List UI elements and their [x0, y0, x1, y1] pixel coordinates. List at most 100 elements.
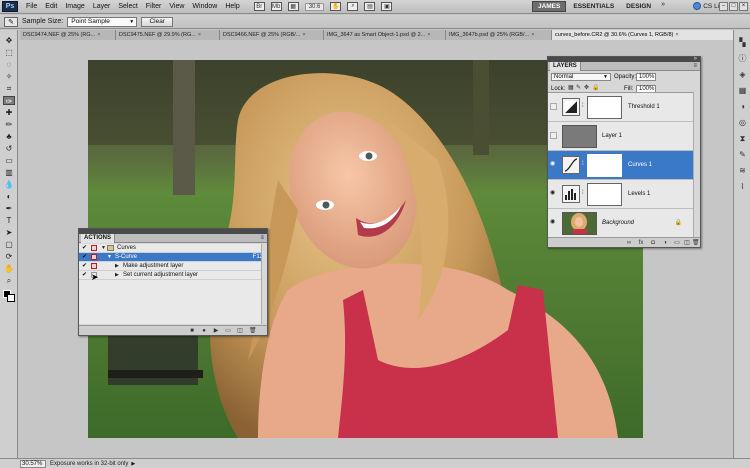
action-set-row[interactable]: ✔ ▼ Curves [79, 244, 267, 253]
dodge-tool-icon[interactable]: ◐ [3, 192, 15, 201]
new-action-icon[interactable]: ◫ [237, 328, 243, 334]
doc-tab[interactable]: DSC9475.NEF @ 29.9% (RG... × [116, 30, 220, 40]
link-icon[interactable]: ⁞ [582, 161, 585, 168]
visibility-toggle[interactable] [550, 103, 557, 110]
clear-button[interactable]: Clear [141, 16, 174, 27]
minimize-icon[interactable]: – [719, 2, 728, 11]
layers-tab[interactable]: LAYERS [550, 62, 581, 71]
lock-transparency-icon[interactable]: ▦ [568, 85, 574, 92]
menu-help[interactable]: Help [221, 3, 243, 10]
zoom-field[interactable]: 30.57% [20, 459, 46, 468]
screen-mode-icon[interactable]: ▣ [381, 2, 393, 11]
workspace-more-button[interactable]: » [658, 1, 668, 12]
scrollbar[interactable] [693, 92, 700, 237]
quick-select-tool-icon[interactable]: ✧ [3, 72, 15, 81]
swatches-icon[interactable]: ▦ [737, 86, 748, 96]
doc-tab[interactable]: IMG_3647b.psd @ 25% (RGB/... × [446, 30, 552, 40]
sample-size-select[interactable]: Point Sample ▼ [67, 16, 138, 27]
menu-view[interactable]: View [165, 3, 188, 10]
eye-icon[interactable]: ◉ [550, 219, 557, 226]
menu-layer[interactable]: Layer [89, 3, 115, 10]
gradient-tool-icon[interactable]: ▥ [3, 168, 15, 177]
menu-image[interactable]: Image [61, 3, 88, 10]
bridge-icon[interactable]: Br [253, 2, 265, 11]
trash-icon[interactable]: 🗑 [692, 240, 700, 246]
record-icon[interactable]: ● [201, 328, 207, 334]
close-icon[interactable]: × [675, 32, 678, 38]
paths-icon[interactable]: ⌇ [737, 182, 748, 192]
lasso-tool-icon[interactable]: ◌ [3, 60, 15, 69]
chevron-right-icon[interactable]: ▶ [115, 271, 119, 280]
workspace-james[interactable]: JAMES [531, 1, 567, 12]
close-icon[interactable]: × [739, 2, 748, 11]
tool-preset-picker-icon[interactable]: ✎ [4, 16, 18, 27]
chevron-right-icon[interactable]: ▶ [115, 262, 119, 271]
stop-icon[interactable]: ■ [189, 328, 195, 334]
chevron-right-icon[interactable]: ▶ [131, 461, 135, 467]
info-icon[interactable]: ⓘ [737, 54, 748, 64]
healing-brush-tool-icon[interactable]: ✚ [3, 108, 15, 117]
adjustment-layer-icon[interactable]: ◑ [662, 240, 668, 246]
new-layer-icon[interactable]: ◫ [684, 240, 690, 246]
checkmark-icon[interactable]: ✔ [82, 254, 88, 260]
new-group-icon[interactable]: ▭ [674, 240, 680, 246]
layer-row[interactable]: ◉ Background 🔒 [548, 209, 694, 238]
panel-menu-icon[interactable]: ≡ [693, 62, 697, 71]
add-mask-icon[interactable]: ◘ [650, 240, 656, 246]
dialog-toggle-icon[interactable] [91, 263, 97, 269]
menu-file[interactable]: File [22, 3, 41, 10]
eraser-tool-icon[interactable]: ▭ [3, 156, 15, 165]
clone-stamp-tool-icon[interactable]: ♣ [3, 132, 15, 141]
masks-icon[interactable]: ◎ [737, 118, 748, 128]
workspace-essentials[interactable]: ESSENTIALS [568, 1, 619, 12]
actions-tab[interactable]: ACTIONS [81, 234, 115, 243]
dialog-toggle-icon[interactable] [91, 254, 97, 260]
layer-row[interactable]: ⁞ Threshold 1 [548, 93, 694, 122]
close-icon[interactable]: × [531, 32, 534, 38]
lock-position-icon[interactable]: ✥ [584, 85, 590, 92]
blur-tool-icon[interactable]: 💧 [3, 180, 15, 189]
close-icon[interactable]: × [97, 32, 100, 38]
trash-icon[interactable]: 🗑 [249, 328, 257, 334]
menu-window[interactable]: Window [188, 3, 221, 10]
chevron-down-icon[interactable]: ▼ [101, 244, 106, 253]
close-icon[interactable]: × [302, 32, 305, 38]
eye-icon[interactable]: ◉ [550, 190, 557, 197]
link-icon[interactable]: ⁞ [582, 190, 585, 197]
history-brush-tool-icon[interactable]: ↺ [3, 144, 15, 153]
layer-row[interactable]: Layer 1 [548, 122, 694, 151]
zoom-tool-icon[interactable]: ⌕ [347, 2, 359, 11]
chevron-down-icon[interactable]: ▼ [107, 253, 112, 262]
eye-icon[interactable]: ◉ [550, 161, 557, 168]
menu-select[interactable]: Select [114, 3, 141, 10]
doc-tab[interactable]: IMG_3647 as Smart Object-1.psd @ 2... × [324, 30, 446, 40]
3d-rotate-tool-icon[interactable]: ⟳ [3, 252, 15, 261]
hand-tool-icon[interactable]: ✋ [3, 264, 15, 273]
zoom-level-menu[interactable]: 30.6 [304, 2, 325, 11]
hand-tool-icon[interactable]: ✋ [330, 2, 342, 11]
doc-tab[interactable]: DSC9466.NEF @ 25% (RGB/... × [220, 30, 324, 40]
histogram-icon[interactable]: ▚ [737, 38, 748, 48]
color-icon[interactable]: ◈ [737, 70, 748, 80]
menu-filter[interactable]: Filter [142, 3, 166, 10]
path-selection-tool-icon[interactable]: ➤ [3, 228, 15, 237]
opacity-field[interactable]: 100% [636, 73, 656, 81]
history-icon[interactable]: ⧗ [737, 134, 748, 144]
layer-mask-thumbnail[interactable] [587, 154, 622, 177]
panel-menu-icon[interactable]: ≡ [260, 234, 264, 243]
pen-tool-icon[interactable]: ✒ [3, 204, 15, 213]
action-step-row[interactable]: ✔ ▶ Make adjustment layer [79, 262, 267, 271]
close-icon[interactable]: × [198, 32, 201, 38]
lock-all-icon[interactable]: 🔒 [592, 85, 599, 92]
play-icon[interactable]: ▶ [213, 328, 219, 334]
scrollbar[interactable] [261, 244, 267, 324]
doc-tab[interactable]: DSC9474.NEF @ 25% (RG... × [20, 30, 116, 40]
checkmark-icon[interactable]: ✔ [82, 263, 88, 269]
view-extras-icon[interactable]: ▦ [287, 2, 299, 11]
layer-row-selected[interactable]: ◉ ⁞ Curves 1 [548, 151, 694, 180]
move-tool-icon[interactable]: ✥ [3, 36, 15, 45]
background-color-swatch[interactable] [7, 294, 15, 302]
dialog-toggle-icon[interactable] [91, 245, 97, 251]
close-icon[interactable]: × [427, 32, 430, 38]
brush-presets-icon[interactable]: ✎ [737, 150, 748, 160]
